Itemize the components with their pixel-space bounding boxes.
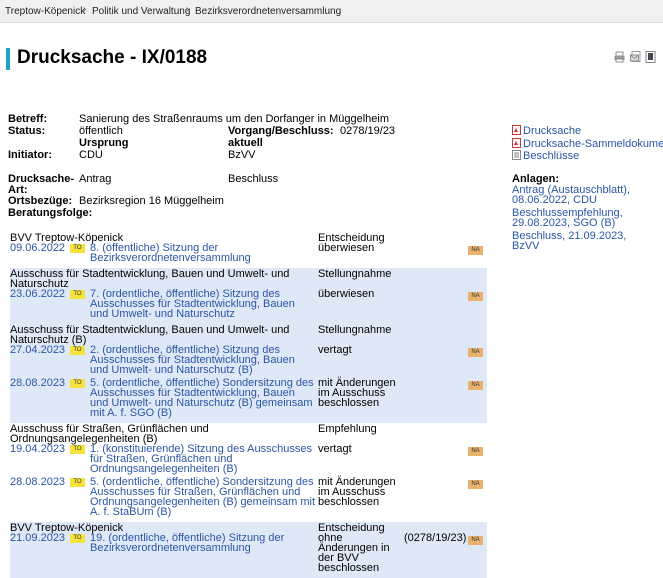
na-badge[interactable]: NA xyxy=(468,348,483,357)
to-badge[interactable]: TO xyxy=(70,534,85,543)
ortsbezuege-value: Bezirksregion 16 Müggelheim xyxy=(79,195,224,207)
session-date[interactable]: 09.06.2022 xyxy=(10,243,65,254)
mail-icon[interactable] xyxy=(630,51,641,63)
pdf-icon xyxy=(512,125,521,135)
committee-role: Stellungnahme xyxy=(318,268,392,280)
session-result: vertagt xyxy=(318,344,352,356)
committee-role: Stellungnahme xyxy=(318,324,392,336)
pdf-icon xyxy=(512,138,521,148)
drucksache-art-aktuell-value: Beschluss xyxy=(228,173,279,185)
session-date[interactable]: 28.08.2023 xyxy=(10,477,65,488)
session-result: ohne Änderungen in der BVV beschlossen xyxy=(318,532,390,574)
document-icon xyxy=(512,150,521,160)
session-result: überwiesen xyxy=(318,288,375,300)
na-badge[interactable]: NA xyxy=(468,536,483,545)
committee-name: Ausschuss für Stadtentwicklung, Bauen un… xyxy=(10,268,290,290)
anlage-link[interactable]: Beschluss, 21.09.2023, BzVV xyxy=(512,231,626,252)
breadcrumb-item[interactable]: Treptow-Köpenick xyxy=(5,6,85,17)
committee-name: Ausschuss für Stadtentwicklung, Bauen un… xyxy=(10,324,290,346)
status-value: öffentlich xyxy=(79,125,123,137)
session-title[interactable]: 19. (ordentliche, öffentliche) Sitzung d… xyxy=(90,533,284,554)
anlage-link[interactable]: Beschlussempfehlung, 29.08.2023, SGO (B) xyxy=(512,208,623,229)
to-badge[interactable]: TO xyxy=(70,346,85,355)
session-date[interactable]: 21.09.2023 xyxy=(10,533,65,544)
vorgang-label: Vorgang/Beschluss: xyxy=(228,125,334,137)
session-result: überwiesen xyxy=(318,242,375,254)
file-link-beschluesse[interactable]: Beschlüsse xyxy=(512,150,579,162)
betreff-value: Sanierung des Straßenraums um den Dorfan… xyxy=(79,113,389,125)
ortsbezuege-label: Ortsbezüge: xyxy=(8,195,73,207)
chevron-right-icon: › xyxy=(83,4,87,15)
session-result: mit Änderungen im Ausschuss beschlossen xyxy=(318,476,396,508)
ursprung-heading: Ursprung xyxy=(79,137,129,149)
print-icon[interactable] xyxy=(614,51,625,63)
na-badge[interactable]: NA xyxy=(468,292,483,301)
vorgang-ref: (0278/19/23) xyxy=(404,532,467,544)
to-badge[interactable]: TO xyxy=(70,379,85,388)
page-title: Drucksache - IX/0188 xyxy=(17,47,208,68)
committee-name: Ausschuss für Straßen, Grünflächen und Or… xyxy=(10,423,209,445)
session-date[interactable]: 19.04.2023 xyxy=(10,444,65,455)
session-title[interactable]: 8. (öffentliche) Sitzung der Bezirksveror… xyxy=(90,243,251,264)
vorgang-value: 0278/19/23 xyxy=(340,125,396,137)
breadcrumb-item-current: Bezirksverordnetenversammlung xyxy=(195,6,342,17)
beratungsfolge-label: Beratungsfolge: xyxy=(8,207,93,219)
bookmark-icon[interactable] xyxy=(645,51,656,63)
session-result: vertagt xyxy=(318,443,352,455)
na-badge[interactable]: NA xyxy=(468,246,483,255)
session-date[interactable]: 28.08.2023 xyxy=(10,378,65,389)
to-badge[interactable]: TO xyxy=(70,244,85,253)
breadcrumb-bar: Treptow-Köpenick › Politik und Verwaltun… xyxy=(0,0,663,23)
session-title[interactable]: 2. (ordentliche, öffentliche) Sitzung de… xyxy=(90,345,295,376)
na-badge[interactable]: NA xyxy=(468,447,483,456)
initiator-value: CDU xyxy=(79,149,103,161)
session-title[interactable]: 5. (ordentliche, öffentliche) Sondersitz… xyxy=(90,477,315,518)
session-title[interactable]: 7. (ordentliche, öffentliche) Sitzung de… xyxy=(90,289,295,320)
breadcrumb-item[interactable]: Politik und Verwaltung xyxy=(92,6,190,17)
session-title[interactable]: 1. (konstituierende) Sitzung des Ausschu… xyxy=(90,444,312,475)
chevron-right-icon: › xyxy=(186,4,190,15)
anlage-link[interactable]: Antrag (Austauschblatt), 08.06.2022, CDU xyxy=(512,185,630,206)
to-badge[interactable]: TO xyxy=(70,290,85,299)
session-title[interactable]: 5. (ordentliche, öffentliche) Sondersitz… xyxy=(90,378,314,419)
betreff-label: Betreff: xyxy=(8,113,48,125)
initiator-label: Initiator: xyxy=(8,149,52,161)
status-label: Status: xyxy=(8,125,46,137)
committee-role: Empfehlung xyxy=(318,423,377,435)
initiator-aktuell-value: BzVV xyxy=(228,149,256,161)
to-badge[interactable]: TO xyxy=(70,445,85,454)
session-date[interactable]: 23.06.2022 xyxy=(10,289,65,300)
session-date[interactable]: 27.04.2023 xyxy=(10,345,65,356)
to-badge[interactable]: TO xyxy=(70,478,85,487)
drucksache-art-value: Antrag xyxy=(79,173,112,185)
title-accent-bar xyxy=(6,48,10,70)
session-result: mit Änderungen im Ausschuss beschlossen xyxy=(318,377,396,409)
na-badge[interactable]: NA xyxy=(468,381,483,390)
aktuell-heading: aktuell xyxy=(228,137,263,149)
file-link-drucksache[interactable]: Drucksache xyxy=(512,125,581,137)
na-badge[interactable]: NA xyxy=(468,480,483,489)
file-link-sammeldokument[interactable]: Drucksache-Sammeldokument xyxy=(512,138,663,150)
